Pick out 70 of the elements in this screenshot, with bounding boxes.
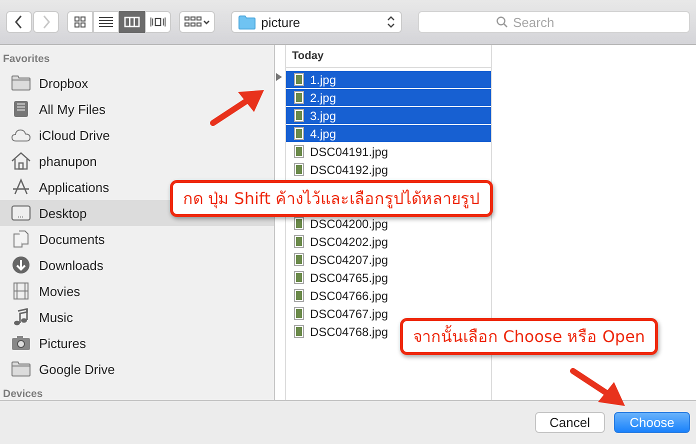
- search-field[interactable]: Search: [418, 11, 690, 33]
- grid-icon: [73, 16, 87, 28]
- file-row[interactable]: DSC04766.jpg: [286, 287, 491, 304]
- folder-icon: [11, 74, 31, 92]
- sidebar-item[interactable]: Music: [0, 304, 274, 330]
- sidebar-item[interactable]: Documents: [0, 226, 274, 252]
- sidebar-item[interactable]: All My Files: [0, 96, 274, 122]
- sidebar-item[interactable]: Google Drive: [0, 356, 274, 382]
- movies-icon: [11, 282, 31, 300]
- up-down-chevron-icon: [387, 15, 395, 29]
- file-row[interactable]: 4.jpg: [286, 125, 491, 142]
- file-row[interactable]: 2.jpg: [286, 89, 491, 106]
- columns-view-button[interactable]: [119, 11, 145, 33]
- column-heading: Today: [286, 45, 491, 68]
- image-thumbnail-icon: [294, 109, 304, 122]
- chevron-right-icon: [41, 15, 51, 29]
- apps-icon: [11, 178, 31, 196]
- sidebar-item[interactable]: Movies: [0, 278, 274, 304]
- folder-icon: [238, 14, 256, 30]
- instruction-tooltip: กด ปุ่ม Shift ค้างไว้และเลือกรูปได้หลายรูป: [170, 180, 493, 217]
- disclosure-triangle-icon: [276, 73, 282, 81]
- image-thumbnail-icon: [294, 289, 304, 302]
- back-button[interactable]: [6, 11, 32, 33]
- file-row[interactable]: DSC04192.jpg: [286, 161, 491, 178]
- sidebar-item[interactable]: phanupon: [0, 148, 274, 174]
- list-view-button[interactable]: [93, 11, 119, 33]
- file-row[interactable]: 1.jpg: [286, 71, 491, 88]
- columns-icon: [124, 16, 140, 28]
- file-row[interactable]: 3.jpg: [286, 107, 491, 124]
- chevron-left-icon: [14, 15, 24, 29]
- file-row[interactable]: DSC04191.jpg: [286, 143, 491, 160]
- location-popup[interactable]: picture: [231, 11, 402, 33]
- icons-view-button[interactable]: [67, 11, 93, 33]
- cancel-button[interactable]: Cancel: [534, 412, 605, 433]
- file-row[interactable]: DSC04765.jpg: [286, 269, 491, 286]
- image-thumbnail-icon: [294, 91, 304, 104]
- arrange-button[interactable]: [179, 11, 216, 33]
- list-icon: [98, 16, 114, 28]
- sidebar-item[interactable]: iCloud Drive: [0, 122, 274, 148]
- search-icon: [496, 16, 508, 28]
- cover-flow-icon: [150, 16, 166, 28]
- image-thumbnail-icon: [294, 145, 304, 158]
- instruction-tooltip: จากนั้นเลือก Choose หรือ Open: [400, 318, 658, 355]
- image-thumbnail-icon: [294, 163, 304, 176]
- file-row[interactable]: DSC04207.jpg: [286, 251, 491, 268]
- sidebar-item[interactable]: Downloads: [0, 252, 274, 278]
- image-thumbnail-icon: [294, 271, 304, 284]
- file-row[interactable]: DSC04202.jpg: [286, 233, 491, 250]
- image-thumbnail-icon: [294, 127, 304, 140]
- documents-icon: [11, 230, 31, 248]
- image-thumbnail-icon: [294, 73, 304, 86]
- sidebar-heading: Favorites: [2, 52, 51, 67]
- sidebar-item[interactable]: Pictures: [0, 330, 274, 356]
- image-thumbnail-icon: [294, 217, 304, 230]
- image-thumbnail-icon: [294, 253, 304, 266]
- sidebar-heading: Devices: [2, 387, 44, 402]
- desktop-icon: [11, 204, 31, 222]
- image-thumbnail-icon: [294, 235, 304, 248]
- file-row[interactable]: DSC04200.jpg: [286, 215, 491, 232]
- coverflow-view-button[interactable]: [145, 11, 171, 33]
- home-icon: [11, 152, 31, 170]
- image-thumbnail-icon: [294, 307, 304, 320]
- music-icon: [11, 308, 31, 326]
- sidebar-item[interactable]: Dropbox: [0, 70, 274, 96]
- pictures-icon: [11, 334, 31, 352]
- grid-dropdown-icon: [184, 16, 210, 28]
- downloads-icon: [11, 256, 31, 274]
- folder-icon: [11, 360, 31, 378]
- image-thumbnail-icon: [294, 325, 304, 338]
- files-icon: [11, 100, 31, 118]
